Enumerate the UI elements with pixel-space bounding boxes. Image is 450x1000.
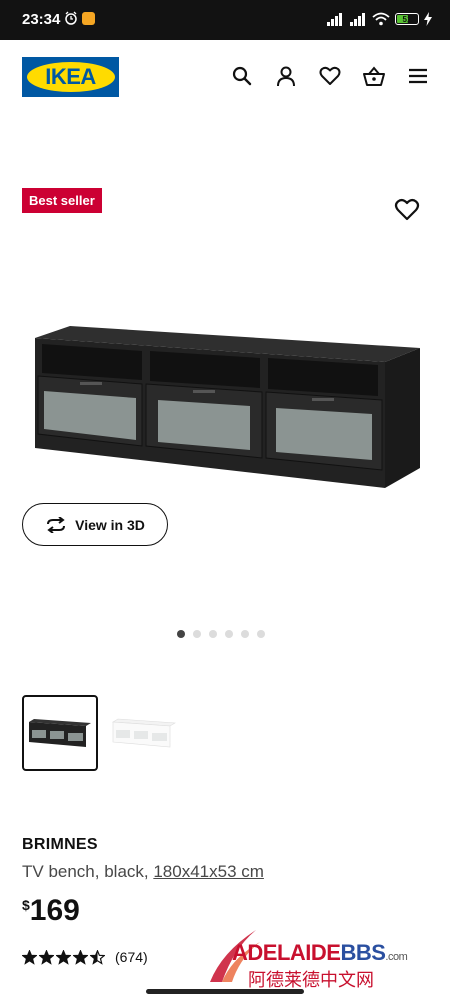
site-header: IKEA — [0, 40, 450, 116]
review-count: (674) — [115, 949, 148, 965]
gallery-dot[interactable] — [177, 630, 185, 638]
profile-button[interactable] — [274, 64, 298, 88]
menu-icon — [409, 68, 427, 84]
product-dimensions-link[interactable]: 180x41x53 cm — [153, 862, 264, 881]
gallery-dot[interactable] — [241, 630, 249, 638]
product-rating[interactable]: (674) — [22, 949, 148, 965]
gallery-dot[interactable] — [225, 630, 233, 638]
logo-text: IKEA — [45, 64, 96, 89]
battery-level: 51 — [402, 14, 412, 24]
rotate-3d-icon — [47, 516, 66, 533]
price-value: 169 — [29, 894, 80, 927]
star-icon — [90, 949, 105, 965]
gallery-dot[interactable] — [257, 630, 265, 638]
thumbnail-black-image — [29, 719, 91, 747]
star-icon — [39, 949, 54, 965]
product-name: BRIMNES — [22, 836, 98, 853]
watermark-brand-suffix: .com — [385, 951, 408, 963]
menu-button[interactable] — [406, 64, 430, 88]
basket-button[interactable] — [362, 64, 386, 88]
gallery-pagination — [177, 630, 265, 638]
logo-oval: IKEA — [26, 62, 115, 92]
add-to-favourites-heart-icon[interactable] — [394, 198, 420, 222]
home-indicator[interactable] — [146, 989, 304, 994]
app-notification-icon — [82, 12, 95, 25]
gallery-dot[interactable] — [209, 630, 217, 638]
status-system-icons: 51 — [326, 12, 432, 26]
alarm-icon — [65, 11, 77, 25]
heart-icon — [319, 66, 341, 85]
ikea-logo[interactable]: IKEA — [22, 57, 119, 97]
profile-icon — [277, 66, 295, 87]
watermark-brand: ADELAIDEBBS.com — [232, 940, 408, 966]
price-currency: $ — [22, 897, 30, 913]
signal-icon — [327, 13, 342, 26]
star-icon — [22, 949, 37, 965]
thumbnail-black[interactable] — [22, 695, 98, 771]
charging-icon — [424, 12, 432, 26]
best-seller-badge: Best seller — [22, 188, 102, 213]
product-description: TV bench, black, 180x41x53 cm — [22, 862, 264, 882]
favourites-button[interactable] — [318, 64, 342, 88]
thumbnail-white-image — [112, 718, 176, 748]
product-type: TV bench, black, — [22, 862, 154, 881]
gallery-dot[interactable] — [193, 630, 201, 638]
rating-stars — [22, 949, 105, 965]
status-bar: 23:34 51 — [0, 0, 450, 40]
watermark-brand-bbs: BBS — [340, 940, 386, 965]
star-icon — [73, 949, 88, 965]
product-price: $ 169 — [22, 894, 80, 928]
search-button[interactable] — [230, 64, 254, 88]
status-notifications — [64, 11, 95, 25]
basket-icon — [363, 66, 385, 86]
hd-signal-icon — [350, 13, 365, 26]
product-image-tv-bench[interactable] — [30, 318, 425, 493]
watermark-logo: ADELAIDEBBS.com 阿德莱德中文网 — [204, 924, 448, 991]
wifi-icon — [372, 12, 390, 26]
thumbnail-white[interactable] — [108, 697, 180, 769]
star-icon — [56, 949, 71, 965]
view-in-3d-label: View in 3D — [75, 516, 145, 533]
header-nav — [230, 64, 430, 88]
search-icon — [232, 66, 252, 86]
watermark-brand-main: ADELAIDE — [232, 940, 341, 965]
view-in-3d-button[interactable]: View in 3D — [22, 503, 168, 546]
battery-icon: 51 — [395, 13, 419, 25]
status-time: 23:34 — [22, 11, 61, 28]
